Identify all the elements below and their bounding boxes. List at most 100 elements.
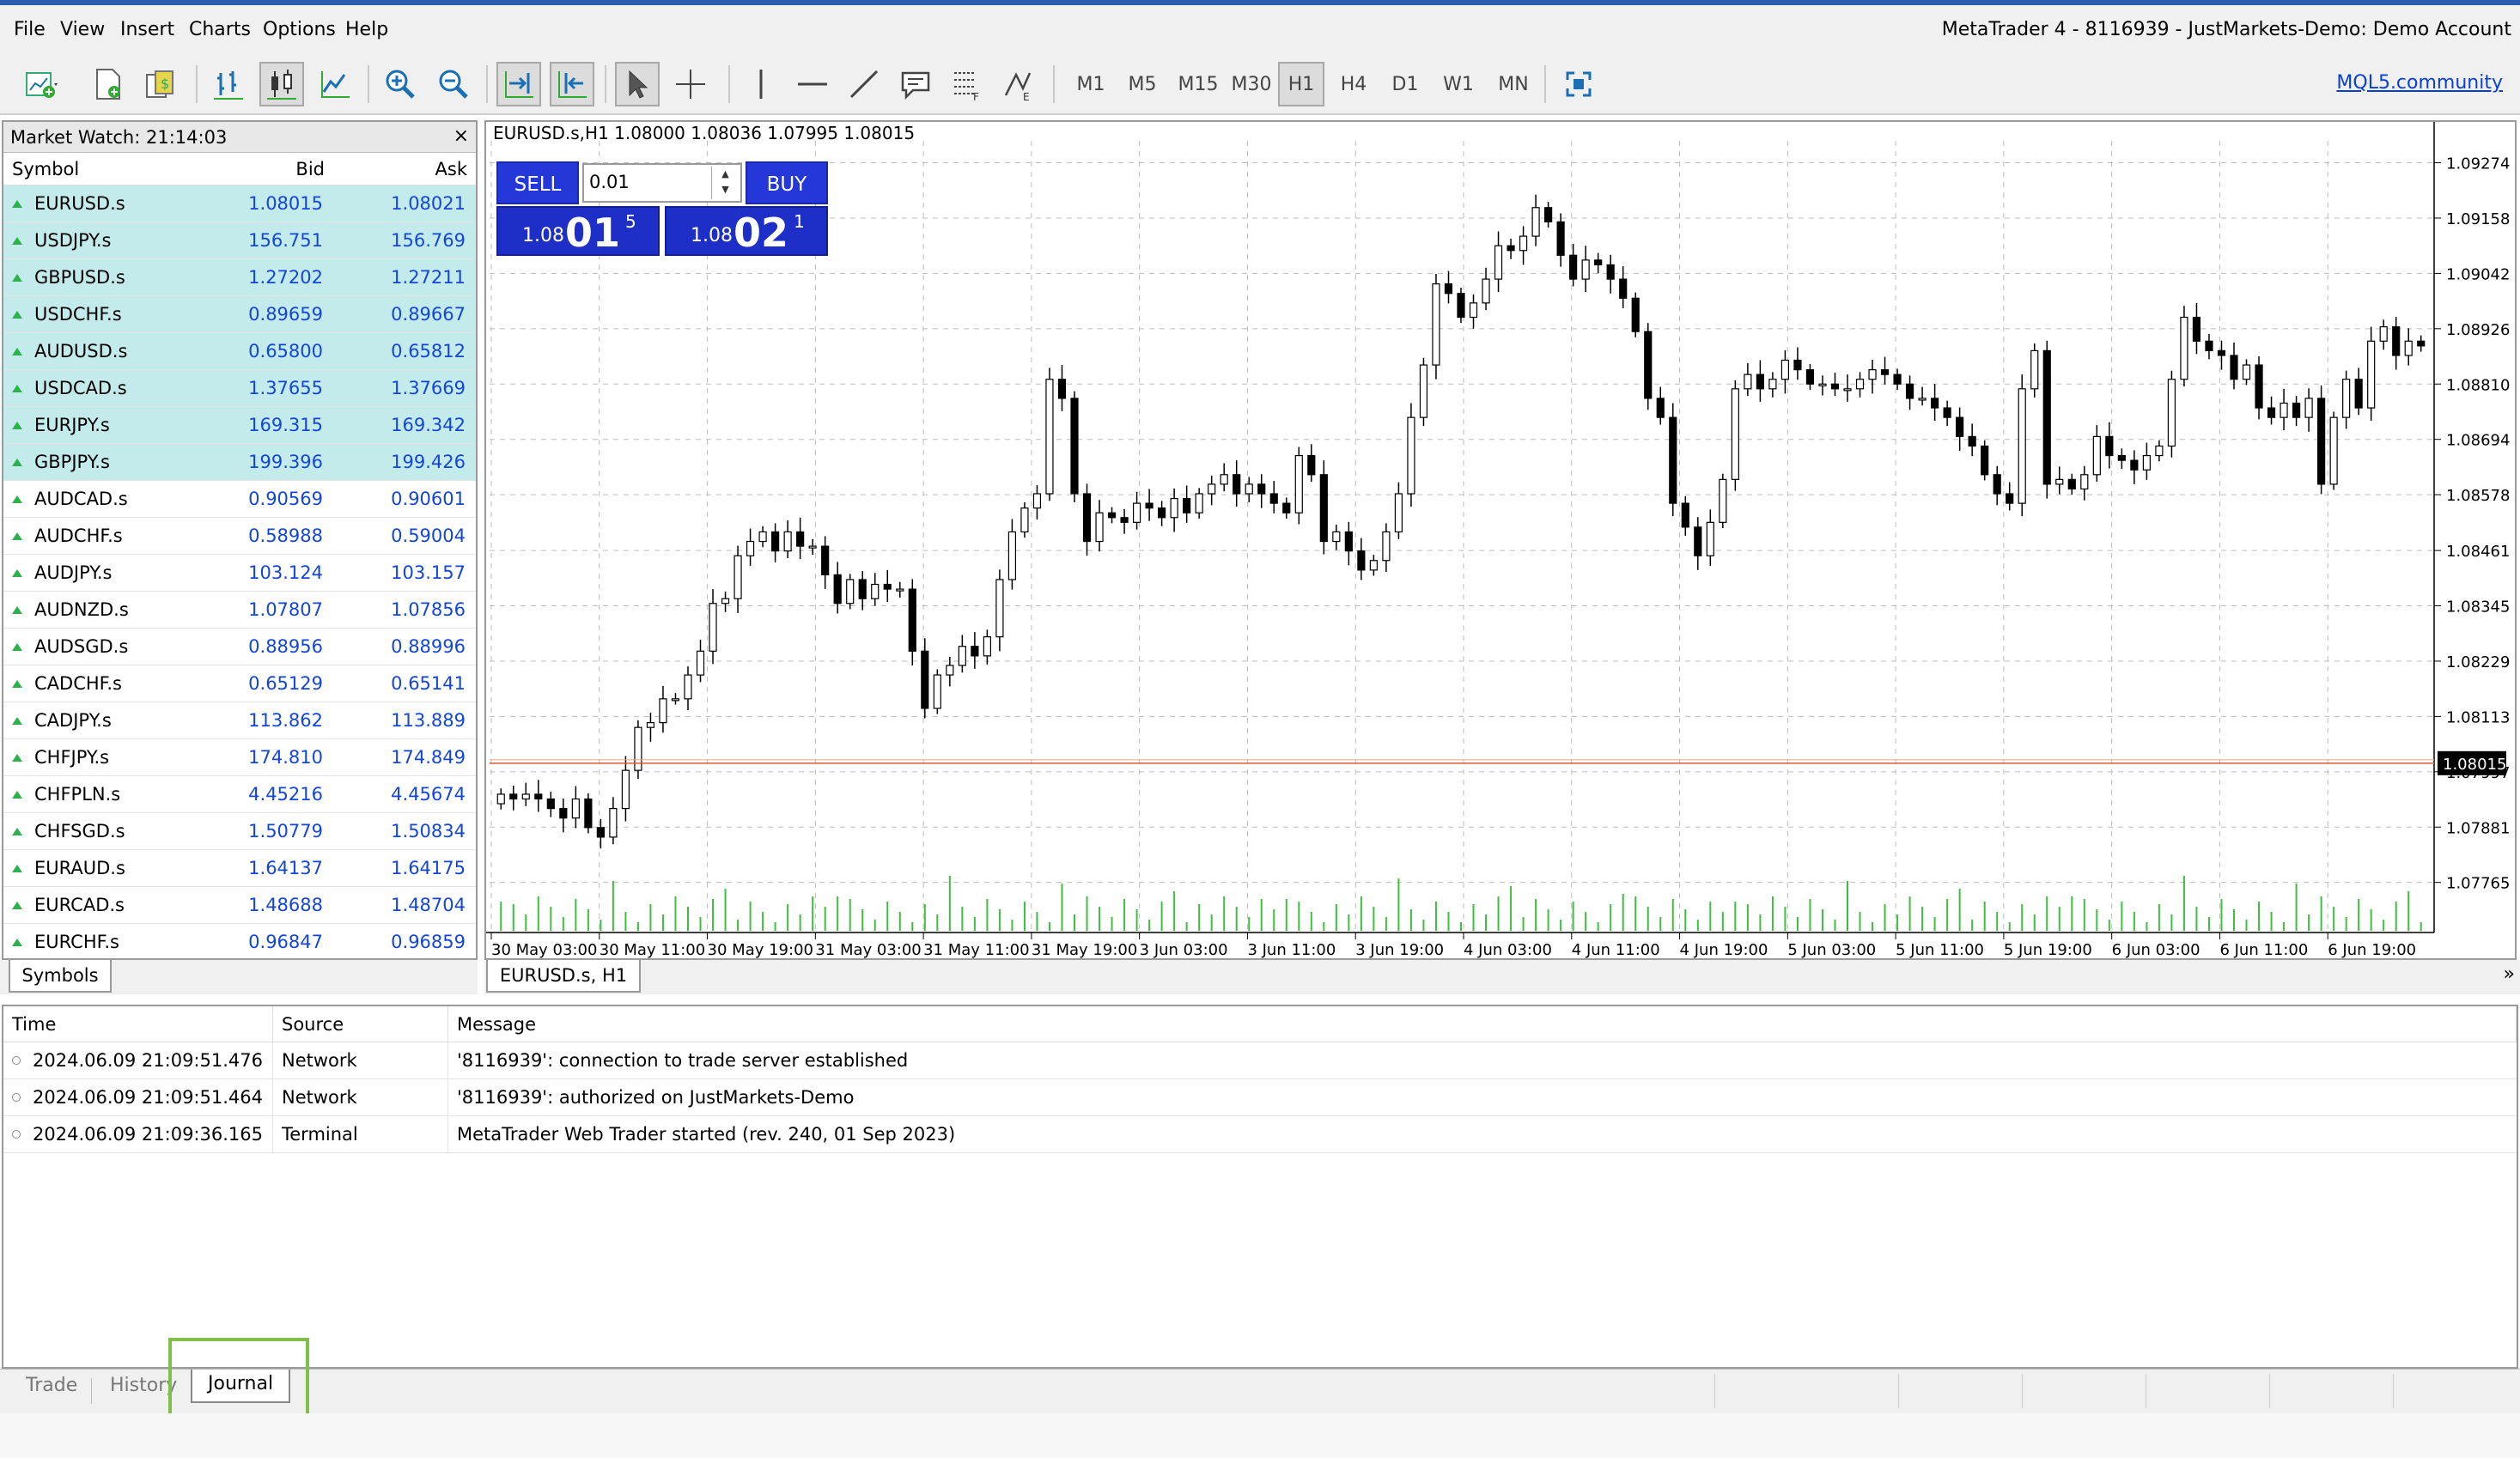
market-watch-row[interactable]: EURCHF.s 0.96847 0.96859 — [3, 924, 476, 958]
tab-history[interactable]: History — [110, 1375, 177, 1396]
volume-stepper[interactable]: ▲ ▼ — [711, 167, 739, 199]
candle-body — [1220, 474, 1228, 485]
market-watch-row[interactable]: GBPJPY.s 199.396 199.426 — [3, 444, 476, 481]
crosshair-button[interactable] — [668, 62, 713, 106]
market-watch-row[interactable]: AUDUSD.s 0.65800 0.65812 — [3, 333, 476, 370]
market-watch-row[interactable]: USDCAD.s 1.37655 1.37669 — [3, 370, 476, 407]
timeframe-h4[interactable]: H4 — [1331, 62, 1376, 106]
candle-body — [2130, 459, 2139, 471]
ask-cell: 0.65812 — [391, 341, 466, 361]
candle-body — [2042, 349, 2051, 485]
candle-body — [846, 579, 855, 604]
close-icon[interactable]: × — [453, 125, 469, 147]
market-watch-row[interactable]: CHFPLN.s 4.45216 4.45674 — [3, 776, 476, 813]
menu-view[interactable]: View — [60, 19, 105, 40]
chevron-down-icon[interactable]: ▼ — [721, 184, 728, 195]
candle-body — [2105, 435, 2114, 457]
horizontal-line-button[interactable] — [790, 62, 835, 106]
market-watch-row[interactable]: USDJPY.s 156.751 156.769 — [3, 222, 476, 259]
bid-column-header[interactable]: Bid — [189, 153, 333, 185]
symbol-column-header[interactable]: Symbol — [3, 153, 189, 185]
chevron-up-icon[interactable]: ▲ — [721, 168, 728, 179]
menu-file[interactable]: File — [14, 19, 46, 40]
time-column-header[interactable]: Time — [3, 1006, 273, 1042]
market-watch-row[interactable]: CADCHF.s 0.65129 0.65141 — [3, 665, 476, 702]
cursor-button[interactable] — [615, 62, 660, 106]
buy-price-prefix: 1.08 — [691, 225, 733, 246]
fullscreen-button[interactable] — [1556, 62, 1601, 106]
journal-row[interactable]: 2024.06.09 21:09:51.476 Network '8116939':… — [3, 1042, 2517, 1079]
y-tick-label: 1.08810 — [2446, 376, 2510, 394]
tab-symbols[interactable]: Symbols — [9, 960, 112, 993]
candlestick-chart-button[interactable] — [259, 62, 304, 106]
market-watch-row[interactable]: EURCAD.s 1.48688 1.48704 — [3, 887, 476, 924]
market-watch-rows: EURUSD.s 1.08015 1.08021 USDJPY.s 156.751 156… — [3, 185, 476, 958]
timeframe-h1[interactable]: H1 — [1278, 62, 1324, 106]
timeframe-m15[interactable]: M15 — [1172, 62, 1225, 106]
more-tabs-icon[interactable]: » — [2504, 963, 2515, 985]
templates-button[interactable]: $ — [137, 62, 182, 106]
market-watch-row[interactable]: EURJPY.s 169.315 169.342 — [3, 407, 476, 444]
sell-price-button[interactable]: 1.08 01 5 — [496, 206, 660, 256]
new-profile-button[interactable] — [86, 62, 131, 106]
timeframe-w1[interactable]: W1 — [1436, 62, 1481, 106]
vertical-line-button[interactable] — [739, 62, 783, 106]
menu-help[interactable]: Help — [345, 19, 388, 40]
buy-button[interactable]: BUY — [746, 161, 828, 204]
zoom-out-button[interactable] — [431, 62, 476, 106]
indicators-button[interactable]: E — [996, 62, 1041, 106]
candle-body — [1868, 369, 1877, 380]
new-chart-button[interactable] — [10, 62, 72, 106]
chart-shift-button[interactable] — [550, 62, 594, 106]
candle-body — [2018, 388, 2026, 504]
journal-row[interactable]: 2024.06.09 21:09:51.464 Network '8116939':… — [3, 1078, 2517, 1116]
journal-row[interactable]: 2024.06.09 21:09:36.165 Terminal MetaTrade… — [3, 1115, 2517, 1153]
bar-chart-button[interactable] — [206, 62, 251, 106]
line-chart-button[interactable] — [313, 62, 357, 106]
source-column-header[interactable]: Source — [273, 1006, 448, 1042]
sell-button[interactable]: SELL — [496, 161, 579, 204]
timeframe-mn[interactable]: MN — [1489, 62, 1537, 106]
market-watch-row[interactable]: GBPUSD.s 1.27202 1.27211 — [3, 259, 476, 296]
candle-body — [1569, 254, 1578, 280]
symbol-cell: USDCAD.s — [3, 378, 189, 398]
menu-charts[interactable]: Charts — [189, 19, 251, 40]
market-watch-row[interactable]: USDCHF.s 0.89659 0.89667 — [3, 296, 476, 333]
tab-trade[interactable]: Trade — [26, 1375, 77, 1396]
timeframe-m1[interactable]: M1 — [1068, 62, 1113, 106]
menu-insert[interactable]: Insert — [120, 19, 174, 40]
text-label-button[interactable] — [893, 62, 938, 106]
market-watch-row[interactable]: CADJPY.s 113.862 113.889 — [3, 702, 476, 739]
y-tick-label: 1.07881 — [2446, 819, 2510, 837]
menu-options[interactable]: Options — [263, 19, 336, 40]
market-watch-row[interactable]: AUDCAD.s 0.90569 0.90601 — [3, 481, 476, 518]
symbol-name: EURJPY.s — [34, 415, 110, 435]
market-watch-row[interactable]: AUDNZD.s 1.07807 1.07856 — [3, 592, 476, 629]
x-tick-label: 5 Jun 19:00 — [2004, 941, 2092, 958]
fibonacci-button[interactable]: F — [945, 62, 989, 106]
message-column-header[interactable]: Message — [448, 1006, 2517, 1042]
tab-eurusd-h1[interactable]: EURUSD.s, H1 — [486, 960, 641, 993]
candle-body — [1332, 531, 1341, 543]
market-watch-row[interactable]: AUDJPY.s 103.124 103.157 — [3, 555, 476, 592]
chart-window[interactable]: EURUSD.s,H1 1.08000 1.08036 1.07995 1.08… — [484, 120, 2517, 960]
timeframe-d1[interactable]: D1 — [1383, 62, 1427, 106]
mql5-community-link[interactable]: MQL5.community — [2336, 72, 2503, 94]
market-watch-row[interactable]: EURAUD.s 1.64137 1.64175 — [3, 850, 476, 887]
buy-price-button[interactable]: 1.08 02 1 — [665, 206, 828, 256]
trendline-button[interactable] — [842, 62, 886, 106]
zoom-in-button[interactable] — [378, 62, 423, 106]
ask-column-header[interactable]: Ask — [333, 153, 476, 185]
timeframe-m5[interactable]: M5 — [1120, 62, 1165, 106]
volume-input[interactable]: 0.01 ▲ ▼ — [582, 163, 742, 203]
arrow-up-icon — [12, 532, 22, 540]
y-tick-label: 1.08926 — [2446, 321, 2510, 339]
timeframe-m30[interactable]: M30 — [1225, 62, 1278, 106]
market-watch-row[interactable]: AUDSGD.s 0.88956 0.88996 — [3, 629, 476, 665]
market-watch-row[interactable]: AUDCHF.s 0.58988 0.59004 — [3, 518, 476, 555]
market-watch-row[interactable]: EURUSD.s 1.08015 1.08021 — [3, 185, 476, 222]
market-watch-row[interactable]: CHFSGD.s 1.50779 1.50834 — [3, 813, 476, 850]
auto-scroll-button[interactable] — [496, 62, 541, 106]
market-watch-row[interactable]: CHFJPY.s 174.810 174.849 — [3, 739, 476, 776]
candle-body — [1968, 435, 1976, 447]
